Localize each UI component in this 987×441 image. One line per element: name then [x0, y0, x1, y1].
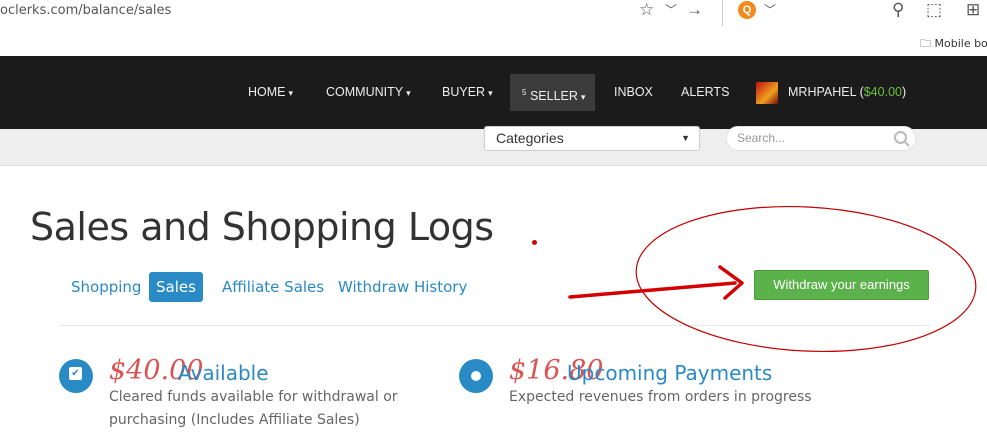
annotation-ellipse [635, 205, 977, 353]
annotation-arrow-line [568, 281, 737, 299]
annotation-overlay [568, 205, 977, 353]
